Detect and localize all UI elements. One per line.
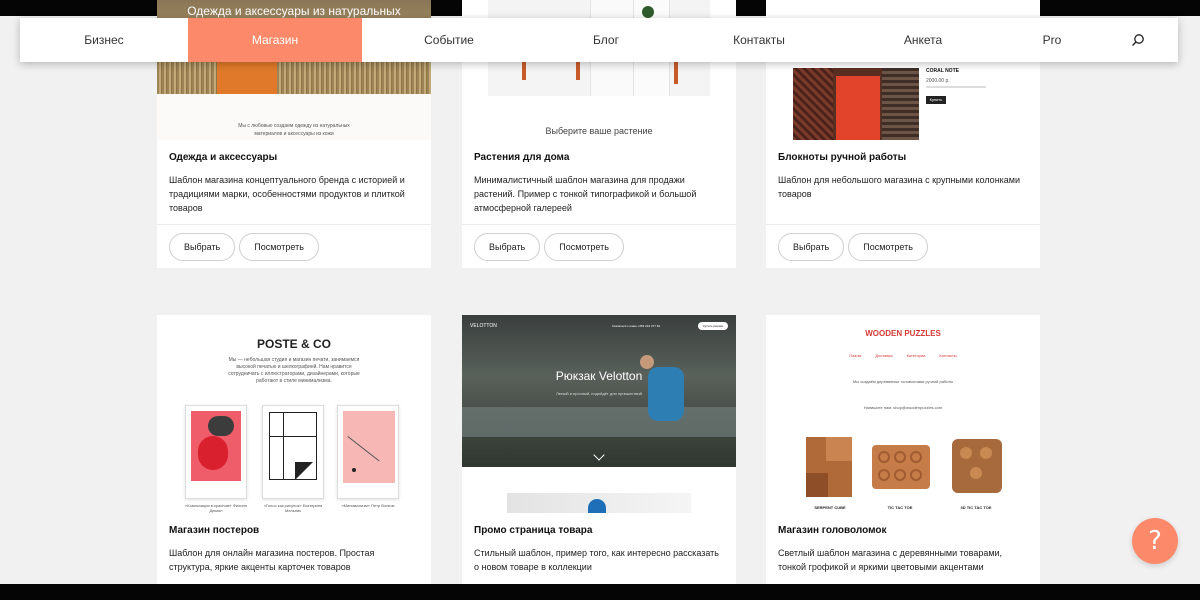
nav-item-business[interactable]: Бизнес [20, 18, 188, 62]
poster-lines [262, 405, 324, 499]
preview-product-name: CORAL NOTE [926, 68, 959, 74]
card-title: Растения для дома [474, 152, 570, 163]
plant-leaves [642, 6, 654, 18]
preview-price: 2000.00 р. [926, 78, 950, 84]
preview-heading: WOODEN PUZZLES [865, 329, 941, 338]
card-title: Магазин постеров [169, 525, 260, 536]
template-card-promo: VELOTTON Связаться с нами +353 243 477 6… [462, 315, 736, 585]
card-title: Магазин головоломок [778, 525, 887, 536]
preview-heading: Рюкзак Velotton [555, 369, 643, 383]
menu-item: Пазлы [849, 353, 862, 358]
preview-heading: POSTE & CO [256, 337, 331, 351]
template-preview-posters[interactable]: POSTE & CO Мы — небольшая студия и магаз… [157, 315, 431, 513]
preview-menu: Пазлы Доставка Категории Контакты [766, 353, 1040, 358]
template-preview-puzzles[interactable]: WOODEN PUZZLES Пазлы Доставка Категории … [766, 315, 1040, 513]
preview-logo: VELOTTON [470, 323, 497, 329]
nav-item-survey[interactable]: Анкета [842, 18, 1004, 62]
nav-item-pro[interactable]: Pro [1004, 18, 1100, 62]
preview-buy-button: Купить [926, 96, 946, 104]
preview-phone: Связаться с нами +353 243 477 63 [612, 324, 661, 328]
card-actions: Выбрать Посмотреть [157, 224, 431, 268]
menu-item: Доставка [875, 353, 893, 358]
grass-texture [157, 62, 431, 94]
card-description: Шаблон для небольшого магазина с крупным… [778, 175, 1021, 199]
nav-item-event[interactable]: Событие [362, 18, 536, 62]
preview-text: Выберите ваше растение [545, 126, 653, 136]
preview-link: Напишите нам: shop@woodenpuzzles.com [863, 405, 943, 410]
product-label: SERPENT CUBE [814, 505, 846, 510]
preview-buy-button: Купить рюкзак [698, 322, 728, 330]
product-label: 3D TIC TAC TOE [960, 505, 992, 510]
card-title: Одежда и аксессуары [169, 152, 278, 163]
nav-item-contacts[interactable]: Контакты [676, 18, 842, 62]
person-head [640, 355, 654, 369]
card-title: Промо страница товара [474, 525, 593, 536]
choose-button[interactable]: Выбрать [778, 232, 845, 261]
search-icon[interactable] [1118, 18, 1158, 62]
preview-text: Мы — небольшая студия и магазин печати, … [228, 357, 360, 384]
preview-heading: Одежда и аксессуары из натуральных [187, 4, 401, 18]
nav-item-shop[interactable]: Магазин [188, 18, 362, 62]
template-card-puzzles: WOODEN PUZZLES Пазлы Доставка Категории … [766, 315, 1040, 585]
card-description: Стильный шаблон, пример того, как интере… [474, 548, 719, 572]
template-card-posters: POSTE & CO Мы — небольшая студия и магаз… [157, 315, 431, 585]
product-backpack [588, 499, 606, 513]
poster-red [185, 405, 247, 499]
choose-button[interactable]: Выбрать [474, 232, 541, 261]
card-description: Минималистичный шаблон магазина для прод… [474, 175, 697, 213]
choose-button[interactable]: Выбрать [169, 232, 236, 261]
template-preview-promo[interactable]: VELOTTON Связаться с нами +353 243 477 6… [462, 315, 736, 513]
puzzle-tic-tac-toe [872, 445, 930, 489]
poster-caption: «Композиция в красном» Филипп Дюмон [185, 503, 247, 513]
menu-item: Контакты [939, 353, 957, 358]
red-notebook [836, 76, 880, 140]
card-title: Блокноты ручной работы [778, 152, 907, 163]
view-button[interactable]: Посмотреть [544, 232, 624, 261]
menu-item: Категории [906, 353, 926, 358]
main-nav: Бизнес Магазин Событие Блог Контакты Анк… [20, 18, 1178, 62]
poster-caption: «Голос как рисунок» Екатерина Мельник [263, 503, 323, 513]
river [462, 407, 736, 437]
card-actions: Выбрать Посмотреть [462, 224, 736, 268]
question-mark-icon: ? [1148, 526, 1162, 556]
product-label: TIC TAC TOE [887, 505, 913, 510]
card-description: Шаблон магазина концептуального бренда с… [169, 175, 405, 213]
bottom-black-bar [0, 584, 1200, 600]
puzzle-serpent-cube [806, 437, 852, 497]
preview-text: Легкий и прочный, подойдёт для путешеств… [556, 391, 642, 396]
poster-pink [337, 405, 399, 499]
help-button[interactable]: ? [1132, 518, 1178, 564]
product-desc-line [926, 86, 986, 88]
view-button[interactable]: Посмотреть [239, 232, 319, 261]
poster-caption: «Минимализм» Петр Волков [341, 503, 395, 508]
view-button[interactable]: Посмотреть [848, 232, 928, 261]
card-actions: Выбрать Посмотреть [766, 224, 1040, 268]
woven-texture [882, 68, 919, 140]
card-description: Светлый шаблон магазина с деревянными то… [778, 548, 1003, 572]
puzzle-3d-tic-tac-toe [952, 439, 1002, 493]
preview-text: Мы создаём деревянные головоломки ручной… [852, 379, 954, 384]
preview-text: Мы с любовью создаем одежду из натуральн… [238, 123, 350, 137]
nav-item-blog[interactable]: Блог [536, 18, 676, 62]
fabric-texture [793, 68, 833, 140]
card-description: Шаблон для онлайн магазина постеров. Про… [169, 548, 375, 572]
